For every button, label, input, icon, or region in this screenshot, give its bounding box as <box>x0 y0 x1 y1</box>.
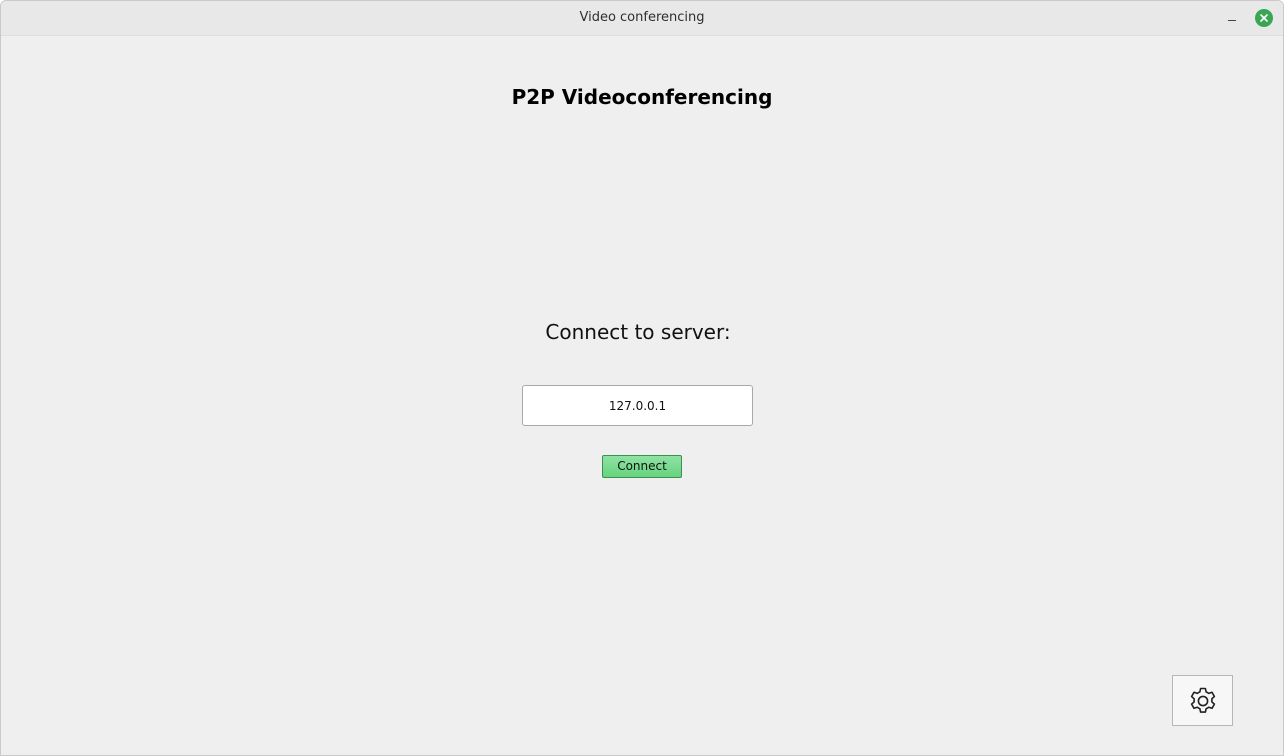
page-title: P2P Videoconferencing <box>511 85 773 109</box>
connect-label: Connect to server: <box>545 320 731 344</box>
minimize-button[interactable] <box>1223 9 1241 27</box>
gear-icon <box>1190 687 1216 713</box>
app-window: Video conferencing P2P Videoconferencing… <box>0 0 1284 756</box>
close-icon <box>1260 14 1268 22</box>
close-button[interactable] <box>1255 9 1273 27</box>
main-content: P2P Videoconferencing Connect to server:… <box>1 36 1283 755</box>
connect-button[interactable]: Connect <box>602 455 682 478</box>
server-address-input[interactable] <box>522 385 753 426</box>
title-bar[interactable]: Video conferencing <box>1 1 1283 36</box>
settings-button[interactable] <box>1172 675 1233 726</box>
window-title: Video conferencing <box>579 10 705 25</box>
